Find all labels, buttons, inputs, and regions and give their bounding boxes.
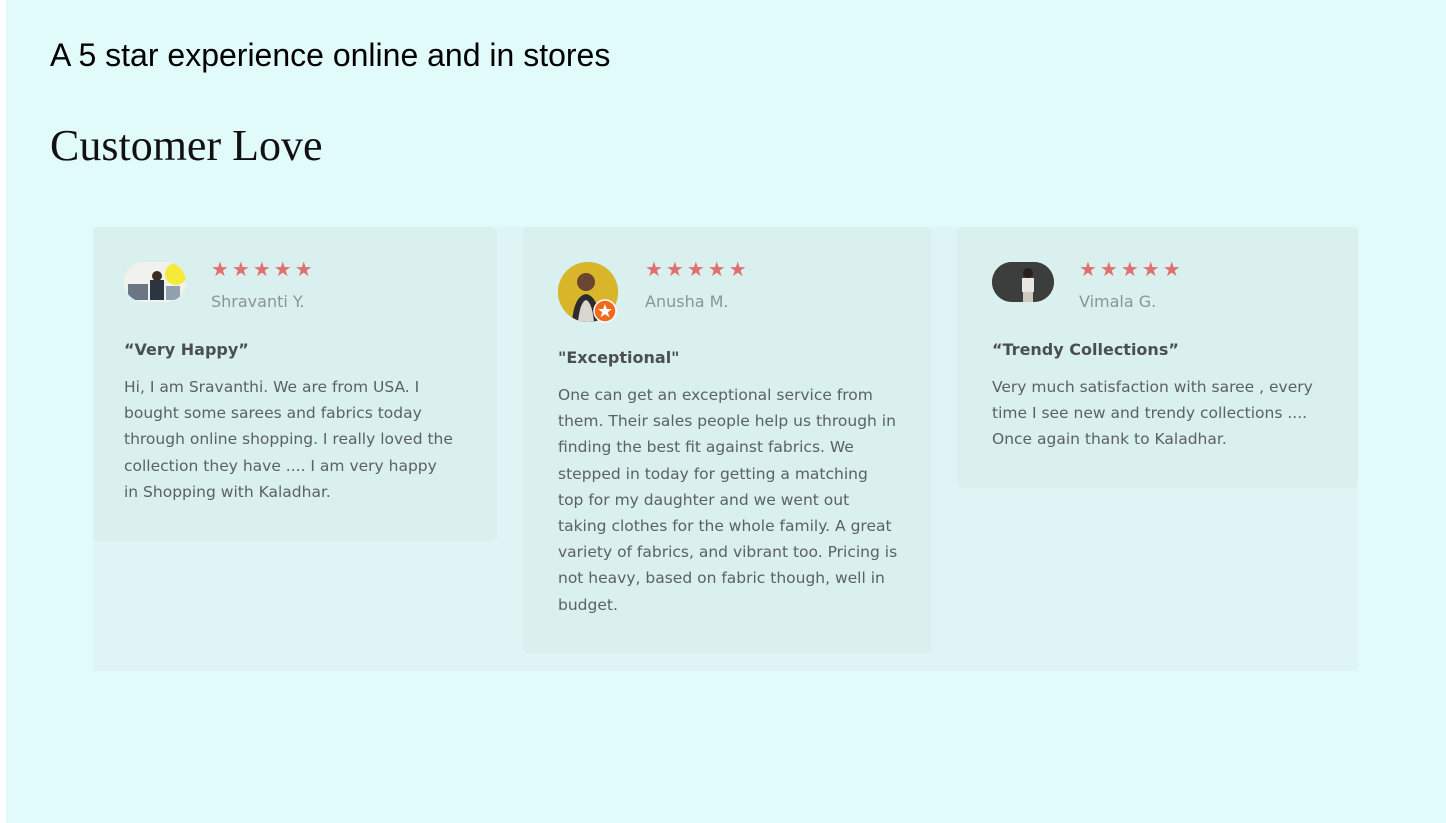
reviews-panel: ★★★★★ Shravanti Y. “Very Happy” Hi, I am…	[93, 227, 1358, 671]
rating-stars: ★★★★★	[211, 257, 316, 281]
review-card: ★★★★★ Shravanti Y. “Very Happy” Hi, I am…	[93, 227, 497, 541]
reviewer-photo-icon	[124, 262, 186, 302]
review-card: ★★★★★ Anusha M. "Exceptional" One can ge…	[523, 227, 931, 653]
review-title: "Exceptional"	[558, 348, 680, 367]
review-title: “Trendy Collections”	[992, 340, 1179, 359]
rating-stars: ★★★★★	[645, 257, 750, 281]
badge-star-icon	[593, 299, 617, 323]
review-body: Very much satisfaction with saree , ever…	[992, 378, 1313, 449]
review-author: Vimala G.	[1079, 292, 1157, 311]
review-body: One can get an exceptional service from …	[558, 386, 898, 614]
rating-stars: ★★★★★	[1079, 257, 1184, 281]
review-author: Shravanti Y.	[211, 292, 305, 311]
review-body: Hi, I am Sravanthi. We are from USA. I b…	[124, 378, 453, 501]
tagline: A 5 star experience online and in stores	[50, 37, 611, 73]
review-title: “Very Happy”	[124, 340, 249, 359]
review-card: ★★★★★ Vimala G. “Trendy Collections” Ver…	[957, 227, 1358, 488]
section-title: Customer Love	[50, 121, 323, 170]
reviewer-avatar	[992, 262, 1054, 302]
page: A 5 star experience online and in stores…	[6, 0, 1446, 823]
review-author: Anusha M.	[645, 292, 729, 311]
reviewer-avatar	[124, 262, 186, 302]
reviewer-photo-icon	[992, 262, 1054, 302]
